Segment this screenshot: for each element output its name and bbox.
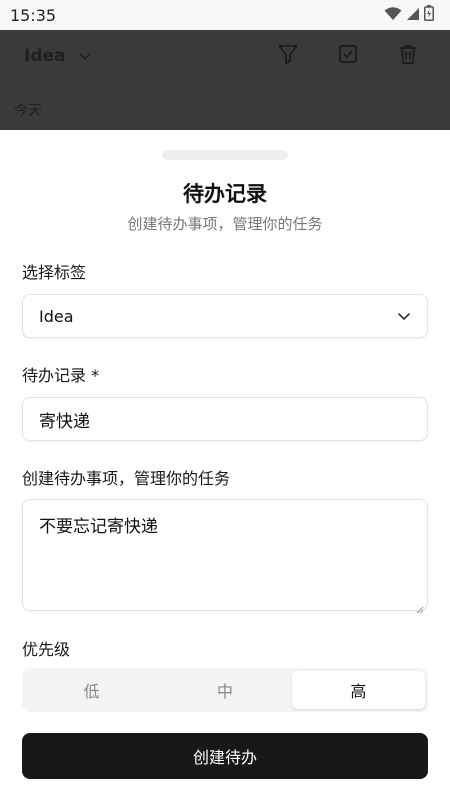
tag-dropdown[interactable]: Idea	[22, 294, 428, 338]
tag-dropdown-value: Idea	[39, 306, 74, 326]
todo-input[interactable]	[22, 397, 428, 441]
app-header: Idea 今天	[0, 30, 450, 130]
todo-field-label: 待办记录 *	[22, 366, 100, 385]
delete-button[interactable]	[396, 44, 420, 68]
status-bar: 15:35	[0, 0, 450, 30]
checkbox-icon	[337, 43, 359, 69]
create-todo-sheet: 待办记录 创建待办事项，管理你的任务 选择标签 Idea 待办记录 * 创建待办…	[0, 130, 450, 800]
select-mode-button[interactable]	[336, 44, 360, 68]
tag-filter-select[interactable]: Idea	[24, 46, 92, 66]
battery-icon	[424, 5, 434, 25]
status-time: 15:35	[10, 5, 57, 25]
filter-button[interactable]	[276, 44, 300, 68]
sheet-subtitle: 创建待办事项，管理你的任务	[127, 215, 323, 233]
description-field-label: 创建待办事项，管理你的任务	[22, 469, 231, 488]
date-group-label: 今天	[14, 103, 42, 119]
sheet-title: 待办记录	[183, 182, 267, 206]
trash-icon	[397, 43, 419, 69]
header-actions	[276, 44, 420, 68]
chevron-down-icon	[397, 307, 411, 326]
create-todo-button[interactable]: 创建待办	[22, 733, 428, 779]
chevron-down-icon	[78, 47, 92, 66]
priority-option-low[interactable]: 低	[25, 671, 158, 709]
status-icons	[384, 5, 434, 25]
sheet-drag-handle[interactable]	[162, 150, 288, 160]
priority-segmented-control: 低 中 高	[22, 668, 428, 712]
priority-option-high[interactable]: 高	[291, 671, 425, 709]
filter-icon	[277, 43, 299, 69]
wifi-icon	[384, 6, 402, 25]
description-textarea[interactable]: 不要忘记寄快递	[22, 499, 428, 611]
tag-field-label: 选择标签	[22, 263, 87, 282]
priority-option-medium[interactable]: 中	[158, 671, 291, 709]
priority-label: 优先级	[22, 640, 71, 659]
tag-filter-label: Idea	[24, 46, 66, 66]
cellular-signal-icon	[406, 6, 420, 25]
